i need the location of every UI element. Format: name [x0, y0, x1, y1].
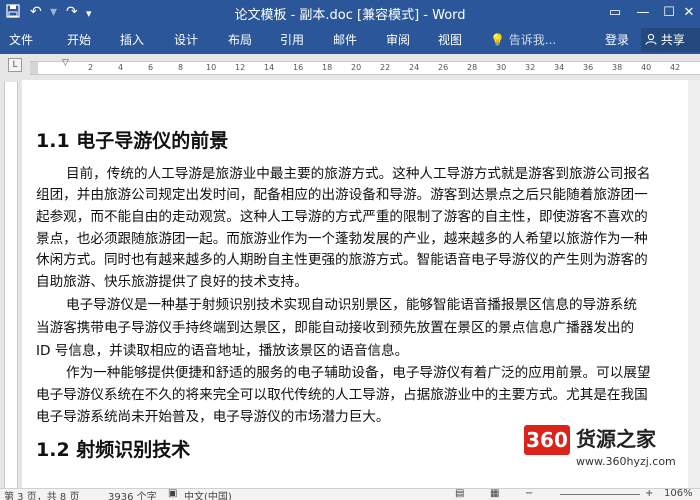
horizontal-ruler[interactable]: ▽ 2 4 6 8 10 12 14 16 18 20 22 24 26 28 …	[30, 58, 700, 75]
paragraph-line: 组团，并由旅游公司规定出发时间，配备相应的出游设备和导游。游客到达景点之后只能随…	[36, 187, 648, 203]
title-bar: ↶ ▾ ↷ ▾ 论文模板 - 副本.doc [兼容模式] - Word ▭ — …	[0, 0, 700, 26]
paragraph-line: 电子导游仪系统在不久的将来完全可以取代传统的人工导游，占据旅游业中的主要方式。尤…	[36, 387, 648, 403]
vertical-ruler[interactable]	[4, 82, 18, 488]
ruler-mark: 32	[525, 63, 536, 72]
status-bar: 第 3 页，共 8 页 3936 个字 ▣ 中文(中国) ▤ ▦ − + 106…	[0, 488, 700, 500]
paragraph-line: 目前，传统的人工导游是旅游业中最主要的旅游方式。这种人工导游方式就是游客到旅游公…	[66, 166, 651, 182]
ruler-mark: 34	[554, 63, 565, 72]
ruler-mark: 14	[264, 63, 275, 72]
tab-home[interactable]: 开始	[67, 26, 91, 54]
ruler-mark: 12	[235, 63, 246, 72]
tab-references[interactable]: 引用	[280, 26, 304, 54]
tell-me-search[interactable]: 💡 告诉我...	[490, 26, 556, 54]
heading-1-1: 1.1 电子导游仪的前景	[36, 130, 229, 152]
ruler-mark: 24	[409, 63, 420, 72]
word-count[interactable]: 3936 个字	[108, 488, 157, 500]
paragraph-line: 电子导游系统尚未开始普及，电子导游仪的市场潜力巨大。	[36, 409, 390, 425]
watermark-logo: 360	[524, 425, 570, 455]
heading-1-2: 1.2 射频识别技术	[36, 439, 191, 461]
ruler-mark: 36	[583, 63, 594, 72]
share-label: 共享	[660, 33, 685, 47]
tab-layout[interactable]: 布局	[228, 26, 252, 54]
login-button[interactable]: 登录	[605, 26, 629, 54]
tab-review[interactable]: 审阅	[386, 26, 410, 54]
ruler-mark: 4	[118, 63, 124, 72]
language-indicator[interactable]: 中文(中国)	[184, 488, 232, 500]
paragraph-line: ID 号信息，并读取相应的语音地址，播放该景区的语音信息。	[36, 343, 409, 359]
zoom-out-icon[interactable]: −	[525, 488, 533, 499]
ruler-margin	[30, 62, 38, 74]
zoom-slider[interactable]	[560, 494, 640, 495]
paragraph-line: 作为一种能够提供便捷和舒适的服务的电子辅助设备，电子导游仪有着广泛的应用前景。可…	[66, 365, 651, 381]
window-title: 论文模板 - 副本.doc [兼容模式] - Word	[234, 8, 466, 23]
paragraph-line: 休闲方式。同时也有越来越多的人期盼自主性更强的旅游方式。智能语音电子导游仪的产生…	[36, 252, 648, 268]
lightbulb-icon: 💡	[490, 33, 505, 47]
ruler-mark: 40	[641, 63, 652, 72]
ruler-mark: 38	[612, 63, 623, 72]
zoom-in-icon[interactable]: +	[645, 488, 653, 499]
page-count[interactable]: 第 3 页，共 8 页	[4, 488, 79, 500]
ruler-mark: 2	[88, 63, 94, 72]
share-button[interactable]: 共享	[641, 28, 700, 52]
person-icon	[645, 33, 661, 47]
paragraph-line: 景点，也必须跟随旅游团一起。而旅游业作为一个蓬勃发展的产业，越来越多的人希望以旅…	[36, 231, 648, 247]
ruler-mark: 10	[206, 63, 217, 72]
tab-insert[interactable]: 插入	[120, 26, 144, 54]
ruler-mark: 20	[351, 63, 362, 72]
read-mode-icon[interactable]: ▤	[455, 488, 464, 499]
tab-view[interactable]: 视图	[438, 26, 462, 54]
ruler-mark: 30	[496, 63, 507, 72]
ruler-area: L ▽ 2 4 6 8 10 12 14 16 18 20 22 24 26 2…	[0, 54, 700, 80]
paragraph-line: 起参观，而不能自由的走动观赏。这种人工导游的方式严重的限制了游客的自主性，即使游…	[36, 209, 648, 225]
ruler-mark: 16	[293, 63, 304, 72]
indent-marker-icon[interactable]: ▽	[62, 58, 69, 68]
ruler-mark: 18	[322, 63, 333, 72]
tab-selector[interactable]: L	[8, 58, 22, 72]
print-layout-icon[interactable]: ▦	[490, 488, 499, 499]
tell-me-text: 告诉我...	[508, 33, 557, 47]
paragraph-line: 当游客携带电子导游仪手持终端到达景区，即能自动接收到预先放置在景区的景点信息广播…	[36, 320, 635, 336]
ruler-mark: 6	[148, 63, 154, 72]
ruler-mark: 8	[178, 63, 184, 72]
watermark-name: 货源之家	[576, 427, 656, 451]
ruler-mark: 22	[380, 63, 391, 72]
paragraph-line: 自助旅游、快乐旅游提供了良好的技术支持。	[36, 274, 308, 290]
tab-mailings[interactable]: 邮件	[333, 26, 357, 54]
tab-design[interactable]: 设计	[174, 26, 198, 54]
zoom-level[interactable]: 106%	[664, 488, 693, 499]
proofing-icon[interactable]: ▣	[168, 488, 177, 499]
watermark-url: www.360hyzj.com	[576, 455, 676, 468]
ribbon-tabs: 文件 开始 插入 设计 布局 引用 邮件 审阅 视图 💡 告诉我... 登录 共…	[0, 26, 700, 54]
paragraph-line: 电子导游仪是一种基于射频识别技术实现自动识别景区，能够智能语音播报景区信息的导游…	[66, 297, 637, 313]
ruler-mark: 26	[438, 63, 449, 72]
tab-file[interactable]: 文件	[9, 26, 33, 54]
watermark: 360 货源之家 www.360hyzj.com	[524, 419, 700, 477]
close-button[interactable]: ✕	[678, 0, 700, 26]
ruler-mark: 28	[467, 63, 478, 72]
ruler-mark: 42	[670, 63, 681, 72]
